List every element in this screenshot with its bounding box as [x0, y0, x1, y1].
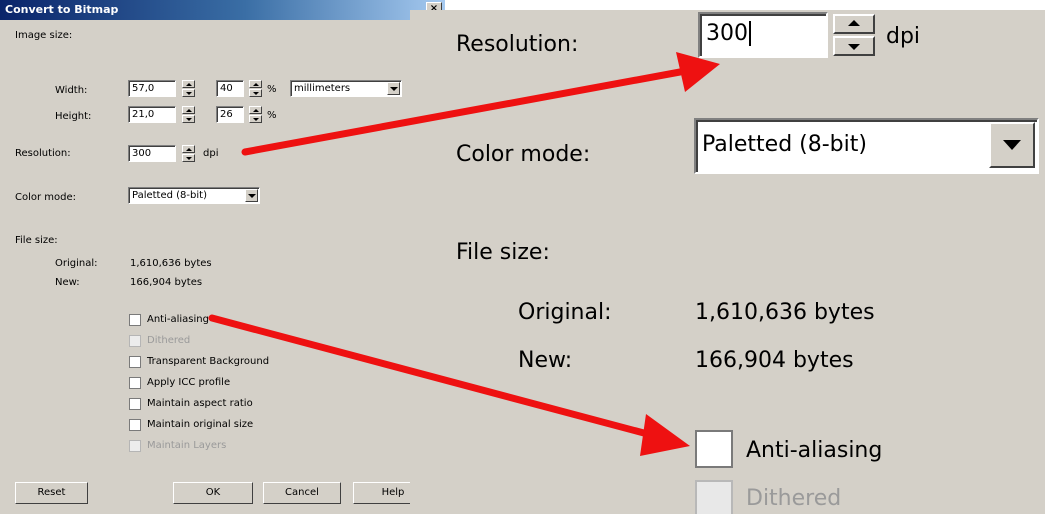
units-value: millimeters — [294, 83, 351, 94]
zoom-original-value: 1,610,636 bytes — [695, 300, 875, 325]
zoom-new-label: New: — [518, 348, 573, 373]
zoom-color-mode-label: Color mode: — [456, 142, 591, 167]
chevron-down-icon[interactable] — [989, 122, 1035, 168]
reset-button[interactable]: Reset — [15, 482, 88, 504]
height-percent-spinner[interactable] — [249, 106, 262, 123]
width-percent-sign: % — [267, 84, 277, 95]
zoom-resolution-input[interactable]: 300 — [698, 12, 828, 58]
convert-to-bitmap-dialog: Convert to Bitmap × Image size: Width: 5… — [0, 0, 445, 514]
zoom-color-mode-dropdown[interactable]: Paletted (8-bit) — [694, 118, 1039, 174]
spin-up-icon[interactable] — [182, 80, 195, 88]
file-size-label: File size: — [15, 235, 58, 246]
spin-down-icon[interactable] — [833, 36, 875, 56]
spin-up-icon[interactable] — [249, 106, 262, 114]
height-spinner[interactable] — [182, 106, 195, 123]
anti-aliasing-checkbox[interactable] — [129, 314, 141, 326]
width-percent-spinner[interactable] — [249, 80, 262, 97]
zoom-resolution-label: Resolution: — [456, 32, 579, 57]
maintain-aspect-ratio-label: Maintain aspect ratio — [147, 398, 253, 409]
new-value: 166,904 bytes — [130, 277, 203, 288]
spin-down-icon[interactable] — [249, 115, 262, 123]
maintain-layers-label: Maintain Layers — [147, 440, 227, 451]
maintain-original-size-label: Maintain original size — [147, 419, 254, 430]
maintain-original-size-checkbox[interactable] — [129, 419, 141, 431]
anti-aliasing-label: Anti-aliasing — [147, 314, 209, 325]
resolution-input[interactable]: 300 — [128, 145, 176, 162]
spin-down-icon[interactable] — [182, 154, 195, 162]
zoom-resolution-value: 300 — [706, 21, 748, 46]
dithered-checkbox — [129, 335, 141, 347]
dithered-label: Dithered — [147, 335, 191, 346]
height-input[interactable]: 21,0 — [128, 106, 176, 123]
chevron-down-icon[interactable] — [387, 82, 400, 95]
maintain-layers-checkbox — [129, 440, 141, 452]
width-label: Width: — [55, 85, 88, 96]
transparent-background-label: Transparent Background — [147, 356, 270, 367]
width-spinner[interactable] — [182, 80, 195, 97]
resolution-label: Resolution: — [15, 148, 71, 159]
apply-icc-profile-label: Apply ICC profile — [147, 377, 231, 388]
zoom-resolution-spinner[interactable] — [833, 14, 875, 56]
zoomed-detail-panel: Resolution: 300 dpi Color mode: Paletted… — [410, 10, 1045, 514]
cancel-button[interactable]: Cancel — [263, 482, 341, 504]
apply-icc-profile-checkbox[interactable] — [129, 377, 141, 389]
height-percent-sign: % — [267, 110, 277, 121]
zoom-dithered-label: Dithered — [746, 486, 842, 511]
spin-up-icon[interactable] — [182, 145, 195, 153]
zoom-original-label: Original: — [518, 300, 612, 325]
maintain-aspect-ratio-checkbox[interactable] — [129, 398, 141, 410]
units-dropdown[interactable]: millimeters — [290, 80, 402, 97]
image-size-label: Image size: — [15, 30, 73, 41]
spin-down-icon[interactable] — [182, 115, 195, 123]
color-mode-value: Paletted (8-bit) — [132, 190, 207, 201]
color-mode-label: Color mode: — [15, 192, 77, 203]
original-value: 1,610,636 bytes — [130, 258, 212, 269]
chevron-down-icon[interactable] — [245, 189, 258, 202]
spin-down-icon[interactable] — [182, 89, 195, 97]
spin-up-icon[interactable] — [249, 80, 262, 88]
zoom-anti-aliasing-label: Anti-aliasing — [746, 438, 883, 463]
ok-button[interactable]: OK — [173, 482, 253, 504]
dialog-title: Convert to Bitmap — [5, 3, 119, 16]
spin-up-icon[interactable] — [182, 106, 195, 114]
width-input[interactable]: 57,0 — [128, 80, 176, 97]
new-label: New: — [55, 277, 80, 288]
spin-up-icon[interactable] — [833, 14, 875, 34]
text-cursor — [749, 21, 758, 46]
zoom-dithered-checkbox — [695, 480, 733, 514]
color-mode-dropdown[interactable]: Paletted (8-bit) — [128, 187, 260, 204]
transparent-background-checkbox[interactable] — [129, 356, 141, 368]
original-label: Original: — [55, 258, 98, 269]
width-percent-input[interactable]: 40 — [216, 80, 244, 97]
zoom-resolution-unit: dpi — [886, 24, 921, 49]
spin-down-icon[interactable] — [249, 89, 262, 97]
zoom-file-size-label: File size: — [456, 240, 550, 265]
height-percent-input[interactable]: 26 — [216, 106, 244, 123]
zoom-anti-aliasing-checkbox[interactable] — [695, 430, 733, 468]
title-bar: Convert to Bitmap — [0, 0, 445, 20]
zoom-color-mode-value: Paletted (8-bit) — [702, 132, 867, 157]
height-label: Height: — [55, 111, 92, 122]
resolution-spinner[interactable] — [182, 145, 195, 162]
zoom-new-value: 166,904 bytes — [695, 348, 854, 373]
resolution-unit: dpi — [203, 148, 219, 159]
